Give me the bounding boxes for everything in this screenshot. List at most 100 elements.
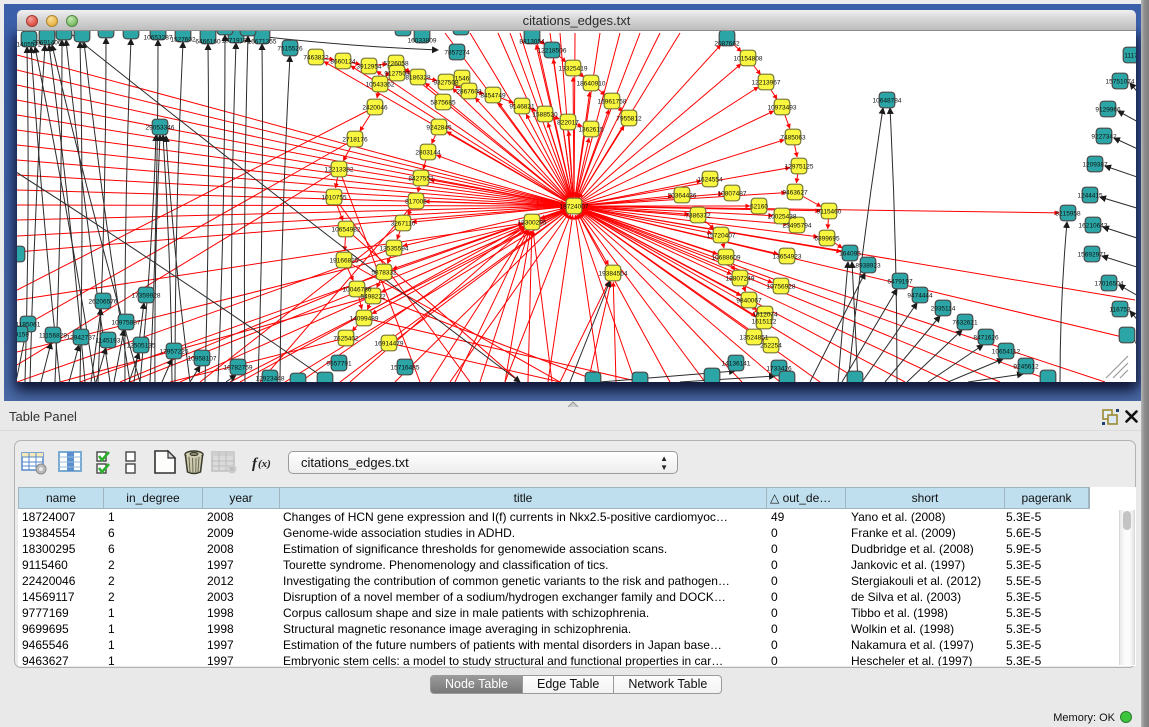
svg-text:20691406: 20691406 (33, 40, 62, 47)
svg-text:23495794: 23495794 (783, 222, 812, 229)
svg-text:12505135: 12505135 (127, 342, 156, 349)
svg-text:1624554: 1624554 (697, 176, 723, 183)
svg-text:10154808: 10154808 (734, 55, 763, 62)
svg-text:5226058: 5226058 (383, 60, 409, 67)
svg-text:10025438: 10025438 (768, 213, 797, 220)
svg-text:8215958: 8215958 (1055, 210, 1081, 217)
svg-text:16782759: 16782759 (224, 364, 253, 371)
svg-text:20364436: 20364436 (668, 192, 697, 199)
svg-text:1527602: 1527602 (170, 37, 196, 44)
svg-text:12218506: 12218506 (538, 47, 567, 54)
svg-text:12213382: 12213382 (325, 166, 354, 173)
svg-text:8186328: 8186328 (405, 74, 431, 81)
svg-text:10973493: 10973493 (768, 104, 797, 111)
svg-text:116753: 116753 (1109, 306, 1131, 313)
svg-text:164095: 164095 (839, 250, 861, 257)
svg-text:17957225: 17957225 (160, 348, 189, 355)
svg-text:10654112: 10654112 (992, 348, 1021, 355)
svg-text:8471626: 8471626 (973, 334, 999, 341)
svg-text:6479197: 6479197 (887, 278, 913, 285)
svg-text:29053346: 29053346 (146, 124, 175, 131)
svg-text:8813054: 8813054 (519, 39, 545, 46)
svg-text:13654923: 13654923 (773, 253, 802, 260)
svg-text:17359928: 17359928 (132, 292, 161, 299)
svg-text:6899695: 6899695 (814, 235, 840, 242)
svg-text:19166825: 19166825 (330, 257, 359, 264)
svg-text:16961758: 16961758 (598, 98, 627, 105)
svg-text:2420046: 2420046 (362, 104, 388, 111)
svg-text:10975887: 10975887 (112, 319, 141, 326)
svg-text:12213967: 12213967 (752, 79, 781, 86)
svg-text:7485063: 7485063 (780, 134, 806, 141)
svg-text:16210643: 16210643 (1079, 222, 1108, 229)
svg-text:10807487: 10807487 (718, 190, 747, 197)
svg-text:13325419: 13325419 (559, 65, 588, 72)
svg-text:7632621: 7632621 (952, 319, 978, 326)
svg-text:39159: 39159 (11, 331, 29, 338)
svg-text:62160: 62160 (750, 203, 768, 210)
svg-text:5498222: 5498222 (360, 293, 386, 300)
svg-text:10543362: 10543362 (366, 81, 395, 88)
svg-text:817006: 817006 (405, 198, 427, 205)
svg-text:1010755: 1010755 (321, 194, 347, 201)
svg-text:10719185: 10719185 (222, 38, 251, 45)
svg-text:1244415: 1244415 (1077, 192, 1103, 199)
svg-text:11156829: 11156829 (39, 332, 67, 339)
svg-text:10958107: 10958107 (188, 355, 217, 362)
svg-text:9227342: 9227342 (1091, 133, 1117, 140)
svg-text:1185061: 1185061 (16, 321, 41, 328)
svg-text:17016504: 17016504 (1095, 280, 1124, 287)
svg-text:1733426: 1733426 (766, 365, 792, 372)
svg-text:9129966: 9129966 (1095, 106, 1121, 113)
svg-text:7463822: 7463822 (303, 54, 329, 61)
svg-text:822017: 822017 (557, 119, 579, 126)
svg-text:9474444: 9474444 (907, 292, 933, 299)
svg-text:26206576: 26206576 (89, 298, 118, 305)
svg-text:1546: 1546 (455, 75, 470, 82)
svg-text:7955812: 7955812 (616, 115, 642, 122)
svg-text:7386372: 7386372 (685, 212, 711, 219)
svg-text:15692971: 15692971 (1078, 251, 1107, 258)
svg-text:15720407: 15720407 (707, 232, 736, 239)
svg-text:10046786: 10046786 (343, 286, 372, 293)
svg-text:1362615: 1362615 (578, 126, 604, 133)
svg-text:15751074: 15751074 (1106, 78, 1135, 85)
svg-text:1209387: 1209387 (1082, 161, 1108, 168)
svg-text:19384554: 19384554 (599, 270, 628, 277)
svg-text:10648784: 10648784 (873, 97, 902, 104)
svg-text:9242845: 9242845 (426, 124, 452, 131)
svg-text:15716485: 15716485 (391, 364, 420, 371)
svg-text:2935114: 2935114 (931, 305, 956, 312)
svg-text:8660124: 8660124 (330, 58, 356, 65)
svg-text:16914479: 16914479 (375, 340, 404, 347)
svg-text:9115460: 9115460 (817, 208, 842, 215)
svg-text:14136141: 14136141 (722, 360, 751, 367)
svg-text:2718176: 2718176 (342, 136, 368, 143)
svg-text:12942737: 12942737 (67, 334, 96, 341)
svg-text:9657791: 9657791 (326, 360, 352, 367)
svg-text:1145193: 1145193 (96, 337, 121, 344)
svg-text:10688609: 10688609 (712, 254, 741, 261)
svg-text:12923448: 12923448 (256, 375, 285, 382)
svg-text:1588520: 1588520 (532, 111, 558, 118)
svg-text:16033809: 16033809 (408, 38, 437, 45)
svg-text:10654982: 10654982 (332, 226, 361, 233)
svg-text:5875685: 5875685 (430, 99, 456, 106)
svg-text:12975125: 12975125 (785, 163, 814, 170)
svg-text:9463627: 9463627 (782, 189, 808, 196)
svg-text:7625402: 7625402 (333, 335, 359, 342)
svg-text:10653287: 10653287 (144, 35, 173, 42)
svg-text:(x): (x) (258, 458, 271, 470)
svg-text:18807249: 18807249 (726, 275, 755, 282)
svg-text:7857274: 7857274 (444, 49, 470, 56)
svg-text:16671355: 16671355 (248, 39, 277, 46)
svg-text:18300295: 18300295 (518, 219, 547, 226)
svg-text:6466160: 6466160 (195, 39, 221, 46)
svg-text:1615112: 1615112 (752, 318, 777, 325)
svg-text:18724007: 18724007 (560, 203, 589, 210)
svg-text:252254: 252254 (760, 342, 782, 349)
svg-text:8938923: 8938923 (855, 262, 881, 269)
svg-text:3267110: 3267110 (391, 220, 416, 227)
svg-text:7515526: 7515526 (277, 45, 303, 52)
svg-text:8454749: 8454749 (480, 92, 506, 99)
